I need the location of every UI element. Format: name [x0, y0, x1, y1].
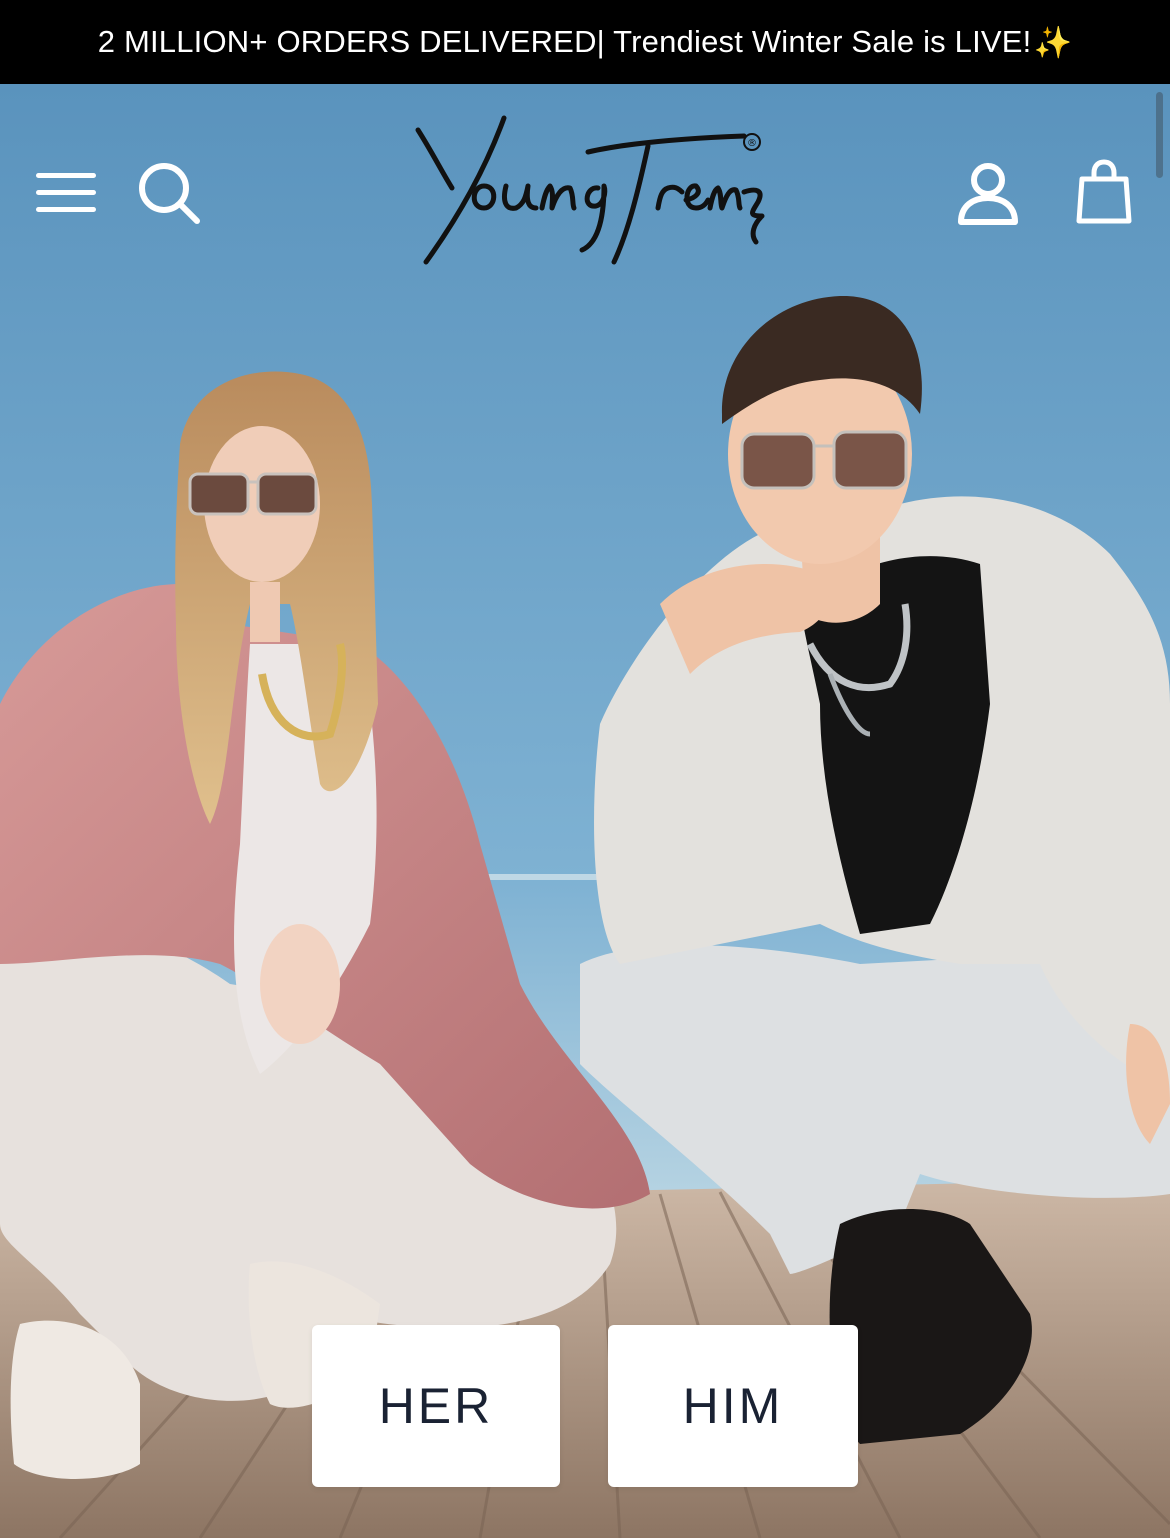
search-icon — [139, 163, 200, 224]
cart-button[interactable] — [1068, 150, 1140, 234]
site-header: ® YoungTrendz — [0, 84, 1170, 284]
sparkle-icon: ✨ — [1033, 24, 1073, 60]
hamburger-menu-icon — [36, 173, 96, 212]
search-button[interactable] — [132, 158, 206, 228]
brand-logo-mark: ® — [415, 115, 765, 265]
registered-mark: ® — [747, 138, 757, 149]
shopping-bag-icon — [1076, 159, 1132, 224]
hero-banner[interactable] — [0, 84, 1170, 1538]
user-account-icon — [958, 163, 1018, 225]
brand-logo[interactable]: ® YoungTrendz — [392, 112, 772, 272]
hero-image — [0, 84, 1170, 1538]
announcement-text: 2 MILLION+ ORDERS DELIVERED| Trendiest W… — [97, 24, 1032, 59]
shop-her-button[interactable]: HER — [312, 1325, 560, 1487]
account-button[interactable] — [950, 156, 1026, 232]
announcement-bar: 2 MILLION+ ORDERS DELIVERED| Trendiest W… — [0, 0, 1170, 84]
shop-him-button[interactable]: HIM — [608, 1325, 858, 1487]
menu-button[interactable] — [30, 162, 102, 224]
